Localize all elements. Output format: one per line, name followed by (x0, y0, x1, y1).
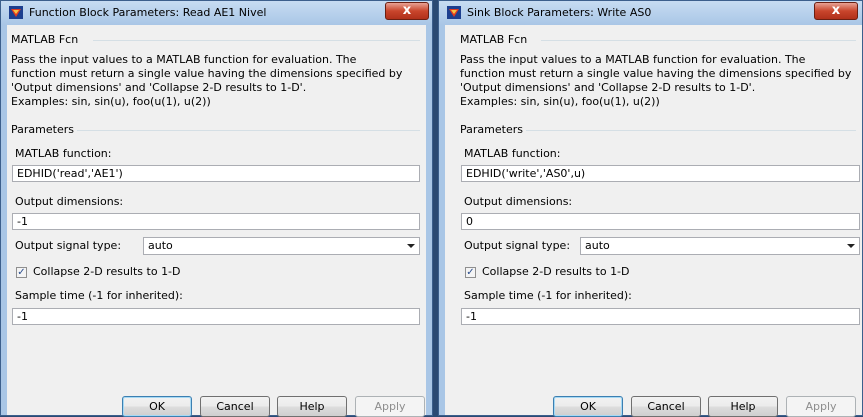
chevron-down-icon (407, 244, 415, 248)
collapse-label: Collapse 2-D results to 1-D (482, 265, 630, 278)
sample-time-label: Sample time (-1 for inherited): (464, 289, 632, 302)
output-signal-type-label: Output signal type: (15, 239, 122, 252)
ok-button[interactable]: OK (553, 396, 623, 417)
simulink-app-icon (447, 6, 461, 19)
collapse-checkbox[interactable]: ✓ (465, 267, 476, 278)
window-title: Sink Block Parameters: Write AS0 (467, 6, 652, 19)
description-line: Pass the input values to a MATLAB functi… (460, 53, 806, 66)
output-signal-type-select[interactable]: auto (580, 237, 860, 255)
close-icon: x (402, 3, 412, 18)
description-line: 'Output dimensions' and 'Collapse 2-D re… (11, 81, 307, 94)
function-block-parameters-dialog: Function Block Parameters: Read AE1 Nive… (0, 0, 433, 417)
close-icon: x (831, 3, 841, 18)
apply-button[interactable]: Apply (355, 396, 425, 417)
collapse-checkbox[interactable]: ✓ (16, 267, 27, 278)
checkmark-icon: ✓ (466, 267, 475, 278)
description-line: Examples: sin, sin(u), foo(u(1), u(2)) (11, 95, 211, 108)
close-button[interactable]: x (385, 2, 429, 20)
output-signal-type-value: auto (148, 239, 173, 252)
output-dimensions-label: Output dimensions: (15, 195, 124, 208)
help-button[interactable]: Help (277, 396, 347, 417)
dialog-client-area: MATLAB Fcn Pass the input values to a MA… (7, 25, 426, 417)
collapse-label: Collapse 2-D results to 1-D (33, 265, 181, 278)
matlab-function-label: MATLAB function: (464, 147, 561, 160)
output-signal-type-label: Output signal type: (464, 239, 571, 252)
sink-block-parameters-dialog: Sink Block Parameters: Write AS0 x MATLA… (438, 0, 863, 417)
title-bar[interactable]: Function Block Parameters: Read AE1 Nive… (1, 1, 432, 25)
output-dimensions-input[interactable]: 0 (461, 213, 860, 230)
sample-time-label: Sample time (-1 for inherited): (15, 289, 183, 302)
section-title: MATLAB Fcn (460, 33, 528, 46)
description-line: Pass the input values to a MATLAB functi… (11, 53, 357, 66)
output-signal-type-select[interactable]: auto (143, 237, 420, 255)
section-title: MATLAB Fcn (11, 33, 79, 46)
window-title: Function Block Parameters: Read AE1 Nive… (29, 6, 267, 19)
help-button[interactable]: Help (708, 396, 778, 417)
close-button[interactable]: x (814, 2, 858, 20)
description-line: Examples: sin, sin(u), foo(u(1), u(2)) (460, 95, 660, 108)
matlab-function-input[interactable]: EDHID('write','AS0',u) (461, 165, 860, 182)
output-dimensions-label: Output dimensions: (464, 195, 573, 208)
cancel-button[interactable]: Cancel (631, 396, 701, 417)
description-line: 'Output dimensions' and 'Collapse 2-D re… (460, 81, 756, 94)
divider (526, 130, 856, 131)
output-signal-type-value: auto (585, 239, 610, 252)
title-bar[interactable]: Sink Block Parameters: Write AS0 x (439, 1, 862, 25)
output-dimensions-input[interactable]: -1 (12, 213, 420, 230)
apply-button[interactable]: Apply (786, 396, 856, 417)
description-line: function must return a single value havi… (460, 67, 852, 80)
ok-button[interactable]: OK (122, 396, 192, 417)
dialog-client-area: MATLAB Fcn Pass the input values to a MA… (445, 25, 862, 417)
parameters-title: Parameters (11, 123, 74, 136)
sample-time-input[interactable]: -1 (461, 308, 860, 325)
parameters-title: Parameters (460, 123, 523, 136)
simulink-app-icon (9, 6, 23, 19)
matlab-function-input[interactable]: EDHID('read','AE1') (12, 165, 420, 182)
matlab-function-label: MATLAB function: (15, 147, 112, 160)
divider (77, 130, 420, 131)
description-line: function must return a single value havi… (11, 67, 403, 80)
divider (541, 40, 856, 41)
sample-time-input[interactable]: -1 (12, 308, 420, 325)
cancel-button[interactable]: Cancel (200, 396, 270, 417)
divider (93, 40, 420, 41)
chevron-down-icon (847, 244, 855, 248)
checkmark-icon: ✓ (17, 267, 26, 278)
